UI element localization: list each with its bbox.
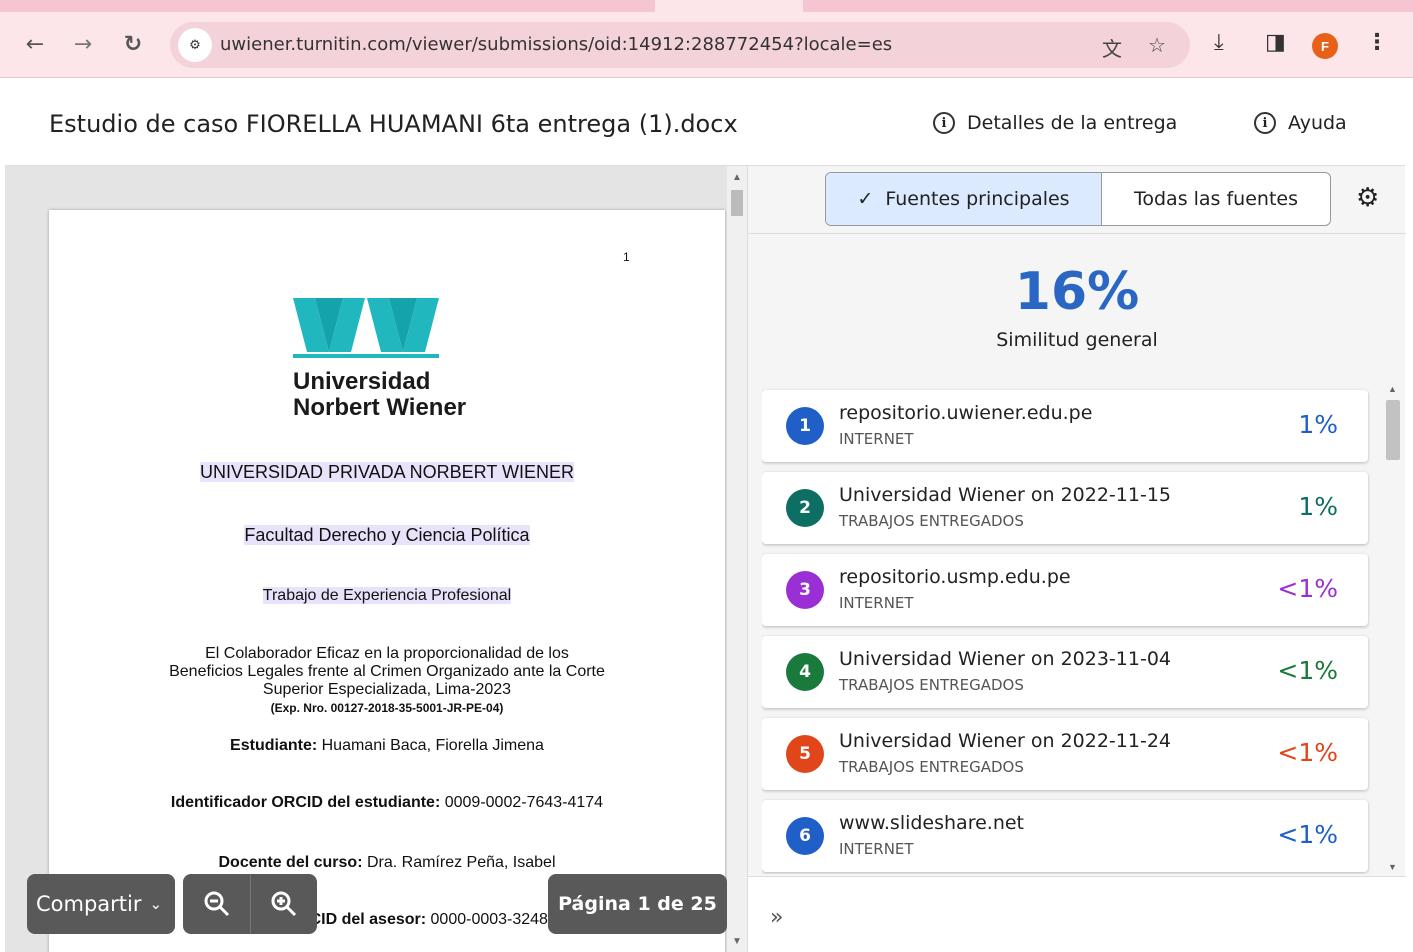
document-scrollbar[interactable]: ▲ ▼ — [727, 166, 747, 952]
source-type: INTERNET — [839, 430, 914, 448]
tab-all-sources[interactable]: Todas las fuentes — [1102, 173, 1330, 225]
source-card[interactable]: 2 Universidad Wiener on 2022-11-15 TRABA… — [762, 472, 1368, 544]
source-card[interactable]: 4 Universidad Wiener on 2023-11-04 TRABA… — [762, 636, 1368, 708]
document-viewer[interactable]: 1 Universidad Norbert Wiener UNIVERSIDAD… — [5, 166, 747, 952]
page-number: 1 — [623, 250, 630, 264]
thesis-title-line: Superior Especializada, Lima-2023 — [262, 681, 512, 698]
share-label: Compartir — [36, 892, 142, 916]
source-number-badge: 3 — [786, 571, 824, 609]
share-button[interactable]: Compartir ⌄ — [27, 874, 175, 934]
source-name: repositorio.uwiener.edu.pe — [839, 402, 1093, 424]
profile-avatar[interactable]: F — [1312, 33, 1338, 59]
scroll-down-arrow-icon[interactable]: ▼ — [1388, 862, 1397, 872]
gear-icon[interactable]: ⚙ — [1356, 183, 1379, 213]
university-name: UNIVERSIDAD PRIVADA NORBERT WIENER — [199, 462, 575, 482]
logo-text-line1: Universidad — [293, 368, 431, 395]
app-header: Estudio de caso FIORELLA HUAMANI 6ta ent… — [5, 78, 1405, 166]
source-percentage: <1% — [1277, 656, 1338, 685]
info-icon: i — [1254, 112, 1276, 134]
more-menu-icon[interactable]: ⋮ — [1366, 30, 1388, 55]
bookmark-star-icon[interactable]: ☆ — [1148, 33, 1166, 57]
source-number-badge: 4 — [786, 653, 824, 691]
source-number-badge: 6 — [786, 817, 824, 855]
sources-scrollbar[interactable]: ▲ ▼ — [1384, 384, 1402, 876]
similarity-label: Similitud general — [996, 329, 1158, 351]
source-name: Universidad Wiener on 2023-11-04 — [839, 648, 1171, 670]
faculty-name: Facultad Derecho y Ciencia Política — [244, 525, 530, 545]
source-percentage: <1% — [1277, 820, 1338, 849]
source-card[interactable]: 6 www.slideshare.net INTERNET <1% — [762, 800, 1368, 872]
reload-icon[interactable]: ↻ — [116, 27, 150, 61]
zoom-controls — [183, 874, 317, 934]
divider — [748, 233, 1406, 234]
submission-details-link[interactable]: i Detalles de la entrega — [933, 112, 1177, 134]
translate-icon[interactable]: 文 — [1102, 33, 1122, 62]
source-number-badge: 2 — [786, 489, 824, 527]
help-label: Ayuda — [1288, 112, 1347, 134]
source-number-badge: 5 — [786, 735, 824, 773]
checkmark-icon: ✓ — [857, 188, 874, 210]
teacher-line: Docente del curso: Dra. Ramírez Peña, Is… — [218, 854, 556, 871]
sources-tab-group: ✓ Fuentes principales Todas las fuentes — [825, 172, 1331, 226]
side-panel-icon[interactable]: ◨ — [1265, 30, 1286, 55]
source-number-badge: 1 — [786, 407, 824, 445]
source-type: TRABAJOS ENTREGADOS — [839, 676, 1024, 694]
page-indicator[interactable]: Página 1 de 25 — [548, 874, 727, 934]
source-card[interactable]: 1 repositorio.uwiener.edu.pe INTERNET 1% — [762, 390, 1368, 462]
url-text[interactable]: uwiener.turnitin.com/viewer/submissions/… — [220, 34, 892, 55]
document-page: 1 Universidad Norbert Wiener UNIVERSIDAD… — [49, 210, 725, 952]
help-link[interactable]: i Ayuda — [1254, 112, 1347, 134]
browser-tab-strip — [0, 0, 1413, 12]
sources-panel: ✓ Fuentes principales Todas las fuentes … — [747, 166, 1406, 952]
scroll-down-arrow-icon[interactable]: ▼ — [732, 936, 742, 947]
source-card[interactable]: 3 repositorio.usmp.edu.pe INTERNET <1% — [762, 554, 1368, 626]
scroll-up-arrow-icon[interactable]: ▲ — [1388, 384, 1397, 394]
info-icon: i — [933, 112, 955, 134]
source-type: INTERNET — [839, 840, 914, 858]
source-name: repositorio.usmp.edu.pe — [839, 566, 1071, 588]
similarity-percentage: 16% — [1014, 262, 1140, 322]
source-name: Universidad Wiener on 2022-11-15 — [839, 484, 1171, 506]
forward-arrow-icon[interactable]: → — [66, 27, 100, 61]
case-number: (Exp. Nro. 00127-2018-35-5001-JR-PE-04) — [270, 701, 504, 715]
scroll-up-arrow-icon[interactable]: ▲ — [732, 172, 742, 183]
source-card[interactable]: 5 Universidad Wiener on 2022-11-24 TRABA… — [762, 718, 1368, 790]
browser-toolbar: ← → ↻ ⚙ uwiener.turnitin.com/viewer/subm… — [0, 12, 1413, 78]
double-chevron-right-icon[interactable]: » — [770, 905, 783, 930]
university-logo-icon — [293, 298, 439, 358]
sources-list: 1 repositorio.uwiener.edu.pe INTERNET 1%… — [762, 388, 1370, 874]
source-name: www.slideshare.net — [839, 812, 1025, 834]
tab-primary-sources[interactable]: ✓ Fuentes principales — [826, 173, 1102, 225]
panel-footer: » — [748, 876, 1406, 952]
source-percentage: 1% — [1298, 492, 1338, 521]
source-name: Universidad Wiener on 2022-11-24 — [839, 730, 1171, 752]
work-type: Trabajo de Experiencia Profesional — [262, 587, 512, 604]
source-percentage: <1% — [1277, 738, 1338, 767]
site-settings-icon[interactable]: ⚙ — [178, 28, 212, 62]
source-type: TRABAJOS ENTREGADOS — [839, 758, 1024, 776]
thesis-title-line: Beneficios Legales frente al Crimen Orga… — [169, 663, 605, 680]
source-type: INTERNET — [839, 594, 914, 612]
thesis-title-line: El Colaborador Eficaz en la proporcional… — [205, 645, 569, 662]
student-orcid-line: Identificador ORCID del estudiante: 0009… — [170, 794, 604, 811]
back-arrow-icon[interactable]: ← — [18, 27, 52, 61]
zoom-in-icon[interactable] — [250, 874, 317, 934]
download-icon[interactable]: ⤓ — [1214, 30, 1224, 55]
source-percentage: 1% — [1298, 410, 1338, 439]
source-type: TRABAJOS ENTREGADOS — [839, 512, 1024, 530]
scrollbar-thumb[interactable] — [731, 190, 743, 216]
student-line: Estudiante: Huamani Baca, Fiorella Jimen… — [230, 737, 544, 754]
document-title: Estudio de caso FIORELLA HUAMANI 6ta ent… — [49, 110, 738, 138]
chevron-down-icon: ⌄ — [149, 895, 163, 913]
address-bar[interactable]: ⚙ uwiener.turnitin.com/viewer/submission… — [170, 22, 1190, 68]
browser-tab[interactable] — [655, 0, 803, 12]
zoom-out-icon[interactable] — [183, 874, 250, 934]
source-percentage: <1% — [1277, 574, 1338, 603]
submission-details-label: Detalles de la entrega — [967, 112, 1178, 134]
scrollbar-thumb[interactable] — [1386, 400, 1400, 460]
logo-text-line2: Norbert Wiener — [293, 394, 467, 421]
